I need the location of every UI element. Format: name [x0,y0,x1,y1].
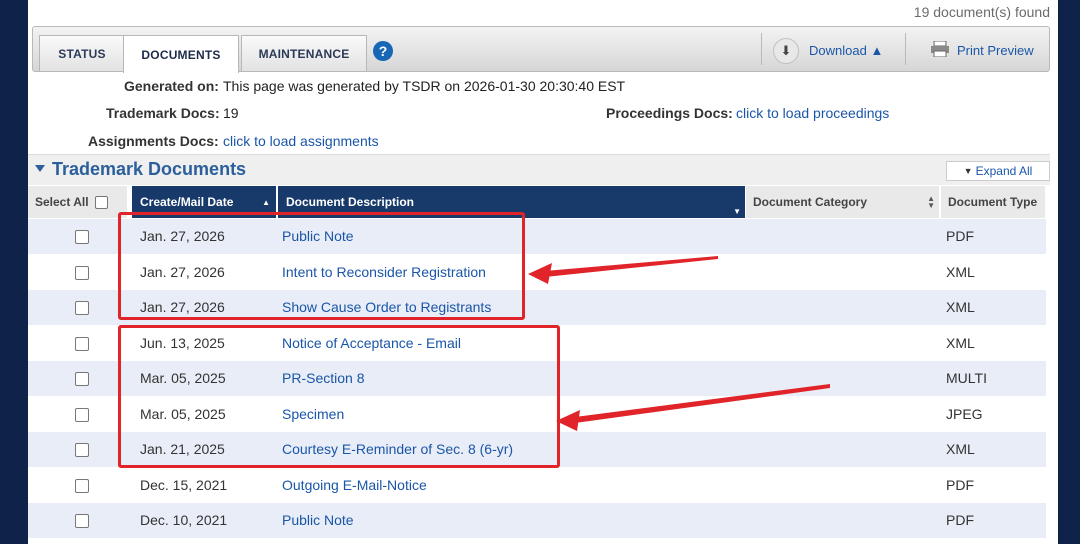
row-document-type: MULTI [946,370,987,386]
document-count: 19 document(s) found [913,4,1050,20]
tab-maintenance[interactable]: MAINTENANCE [241,35,367,71]
load-proceedings-link[interactable]: click to load proceedings [736,105,889,121]
row-document-type: PDF [946,512,974,528]
toolbar-divider [761,33,762,65]
category-column-header[interactable]: Document Category ▲ ▼ [746,186,940,218]
select-all-checkbox[interactable] [94,195,108,209]
type-header-label: Document Type [948,195,1038,209]
caret-down-icon: ▼ [963,166,973,176]
download-button[interactable]: Download ▲ [809,43,883,58]
print-preview-button[interactable]: Print Preview [957,43,1034,58]
toolbar-divider [905,33,906,65]
row-date: Dec. 15, 2021 [140,476,228,493]
table-row: Dec. 10, 2021 Public Note PDF [28,503,1046,538]
tab-bar: STATUS DOCUMENTS MAINTENANCE ? ⬇ Downloa… [32,26,1050,73]
select-all-header: Select All [28,186,128,218]
tab-status[interactable]: STATUS [39,35,125,71]
caret-up-icon: ▲ [870,43,884,58]
row-document-type: PDF [946,476,974,493]
row-checkbox[interactable] [75,336,89,351]
section-title[interactable]: Trademark Documents [52,159,246,180]
help-icon[interactable]: ? [373,41,393,61]
row-document-type: PDF [946,228,974,244]
generated-value: This page was generated by TSDR on 2026-… [223,78,626,94]
row-document-type: XML [946,334,975,351]
expand-all-button[interactable]: ▼ Expand All [946,161,1050,181]
trademark-docs-label: Trademark Docs: [106,105,220,121]
printer-icon[interactable] [930,41,950,57]
row-checkbox[interactable] [75,443,89,457]
row-checkbox[interactable] [75,265,89,280]
date-header-label: Create/Mail Date [140,195,234,209]
row-date: Dec. 10, 2021 [140,512,228,528]
tab-documents[interactable]: DOCUMENTS [123,35,239,73]
row-checkbox[interactable] [75,514,89,528]
download-icon[interactable]: ⬇ [773,38,799,64]
row-checkbox[interactable] [75,407,89,422]
row-checkbox[interactable] [75,230,89,244]
sort-menu-icon: ▼ [733,207,741,216]
highlight-box [118,325,560,468]
select-all-label: Select All [35,195,89,209]
description-header-label: Document Description [286,195,415,209]
row-checkbox[interactable] [75,301,89,315]
row-checkbox[interactable] [75,478,89,493]
row-description-link[interactable]: Outgoing E-Mail-Notice [282,477,427,493]
sort-both-icon: ▲ ▼ [927,194,935,210]
row-description-link[interactable]: Public Note [282,512,354,528]
trademark-docs-count: 19 [223,105,239,121]
table-row: Dec. 15, 2021 Outgoing E-Mail-Notice PDF [28,468,1046,503]
type-column-header[interactable]: Document Type [941,186,1046,218]
category-header-label: Document Category [753,195,868,209]
trademark-documents-header: Trademark Documents ▼ Expand All [28,154,1050,185]
row-document-type: XML [946,263,975,280]
assignments-docs-label: Assignments Docs: [88,133,219,149]
proceedings-docs-label: Proceedings Docs: [606,105,733,121]
highlight-box [118,212,525,320]
row-document-type: XML [946,441,975,457]
load-assignments-link[interactable]: click to load assignments [223,133,379,149]
row-checkbox[interactable] [75,372,89,386]
row-document-type: JPEG [946,405,983,422]
row-document-type: XML [946,299,975,315]
sort-asc-icon: ▲ [262,197,270,207]
generated-label: Generated on: [124,78,219,94]
collapse-caret-icon[interactable] [35,165,45,172]
